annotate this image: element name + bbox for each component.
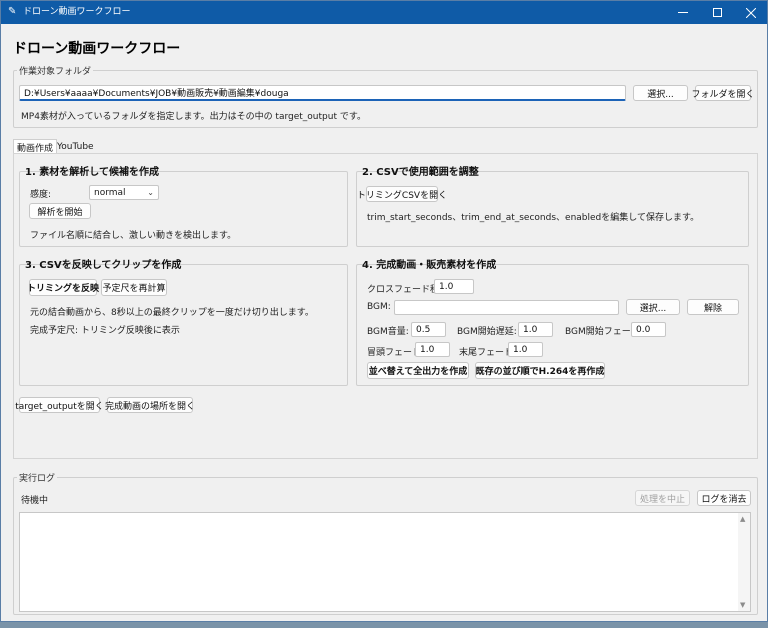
bgm-volume-input[interactable]: 0.5 bbox=[411, 322, 446, 337]
minimize-icon bbox=[678, 12, 688, 13]
crossfade-input[interactable]: 1.0 bbox=[434, 279, 474, 294]
bgm-delay-label: BGM開始遅延: bbox=[457, 327, 517, 337]
scroll-up-icon[interactable]: ▲ bbox=[740, 515, 745, 523]
bgm-volume-label: BGM音量: bbox=[367, 327, 409, 337]
clear-log-button[interactable]: ログを消去 bbox=[697, 490, 751, 506]
section-2-help: trim_start_seconds、trim_end_at_seconds、e… bbox=[367, 213, 700, 223]
bgm-fade-input[interactable]: 0.0 bbox=[631, 322, 666, 337]
app-window: ✎ ドローン動画ワークフロー ドローン動画ワークフロー 作業対象フォルダ D:¥… bbox=[0, 0, 768, 622]
section-2-title: 2. CSVで使用範囲を調整 bbox=[362, 167, 479, 178]
window-title: ドローン動画ワークフロー bbox=[23, 7, 131, 17]
reorder-export-button[interactable]: 並べ替えて全出力を作成 bbox=[367, 362, 469, 379]
section-3-title: 3. CSVを反映してクリップを作成 bbox=[25, 260, 182, 271]
log-scrollbar[interactable]: ▲ ▼ bbox=[738, 513, 750, 611]
remake-h264-button[interactable]: 既存の並び順でH.264を再作成 bbox=[475, 362, 605, 379]
close-button[interactable] bbox=[734, 1, 768, 24]
head-fade-input[interactable]: 1.0 bbox=[415, 342, 450, 357]
stop-process-button[interactable]: 処理を中止 bbox=[635, 490, 690, 506]
open-trim-csv-button[interactable]: トリミングCSVを開く bbox=[357, 186, 447, 202]
open-target-output-button[interactable]: target_outputを開く bbox=[15, 397, 104, 413]
start-analysis-button[interactable]: 解析を開始 bbox=[29, 203, 91, 219]
log-group-title: 実行ログ bbox=[17, 471, 58, 484]
feather-icon: ✎ bbox=[8, 6, 17, 17]
planned-duration-text: 完成予定尺: トリミング反映後に表示 bbox=[30, 326, 180, 336]
maximize-button[interactable] bbox=[700, 1, 734, 24]
section-3-help: 元の結合動画から、8秒以上の最終クリップを一度だけ切り出します。 bbox=[30, 308, 314, 318]
chevron-down-icon: ⌄ bbox=[147, 188, 154, 197]
log-status: 待機中 bbox=[21, 496, 49, 506]
bgm-select-button[interactable]: 選択... bbox=[626, 299, 680, 315]
sensitivity-select[interactable]: normal ⌄ bbox=[89, 185, 159, 200]
apply-trim-button[interactable]: トリミングを反映 bbox=[27, 279, 99, 296]
sensitivity-value: normal bbox=[94, 187, 126, 198]
folder-group-title: 作業対象フォルダ bbox=[17, 64, 94, 77]
close-icon bbox=[746, 7, 756, 18]
bgm-clear-button[interactable]: 解除 bbox=[687, 299, 739, 315]
tab-youtube[interactable]: YouTube bbox=[54, 140, 97, 154]
folder-help-text: MP4素材が入っているフォルダを指定します。出力はその中の target_out… bbox=[21, 112, 366, 122]
recalc-duration-button[interactable]: 予定尺を再計算 bbox=[101, 279, 167, 296]
folder-path-input[interactable]: D:¥Users¥aaaa¥Documents¥JOB¥動画販売¥動画編集¥do… bbox=[19, 85, 626, 101]
title-bar[interactable]: ✎ ドローン動画ワークフロー bbox=[1, 1, 767, 24]
section-1-title: 1. 素材を解析して候補を作成 bbox=[25, 167, 159, 178]
section-2 bbox=[356, 171, 749, 247]
tab-video-create[interactable]: 動画作成 bbox=[13, 139, 58, 154]
open-folder-button[interactable]: フォルダを開く bbox=[692, 85, 755, 101]
bgm-delay-input[interactable]: 1.0 bbox=[518, 322, 553, 337]
bgm-path-input[interactable] bbox=[394, 300, 619, 315]
minimize-button[interactable] bbox=[666, 1, 700, 24]
bgm-label: BGM: bbox=[367, 302, 391, 312]
scroll-down-icon[interactable]: ▼ bbox=[740, 601, 745, 609]
folder-select-button[interactable]: 選択... bbox=[633, 85, 688, 101]
section-1-help: ファイル名順に結合し、激しい動きを検出します。 bbox=[30, 231, 237, 241]
open-final-video-button[interactable]: 完成動画の場所を開く bbox=[105, 397, 195, 413]
tail-fade-input[interactable]: 1.0 bbox=[508, 342, 543, 357]
sensitivity-label: 感度: bbox=[30, 190, 52, 200]
section-4-title: 4. 完成動画・販売素材を作成 bbox=[362, 260, 497, 271]
maximize-icon bbox=[712, 8, 722, 17]
page-title: ドローン動画ワークフロー bbox=[13, 41, 181, 57]
log-textarea[interactable]: ▲ ▼ bbox=[19, 512, 751, 612]
